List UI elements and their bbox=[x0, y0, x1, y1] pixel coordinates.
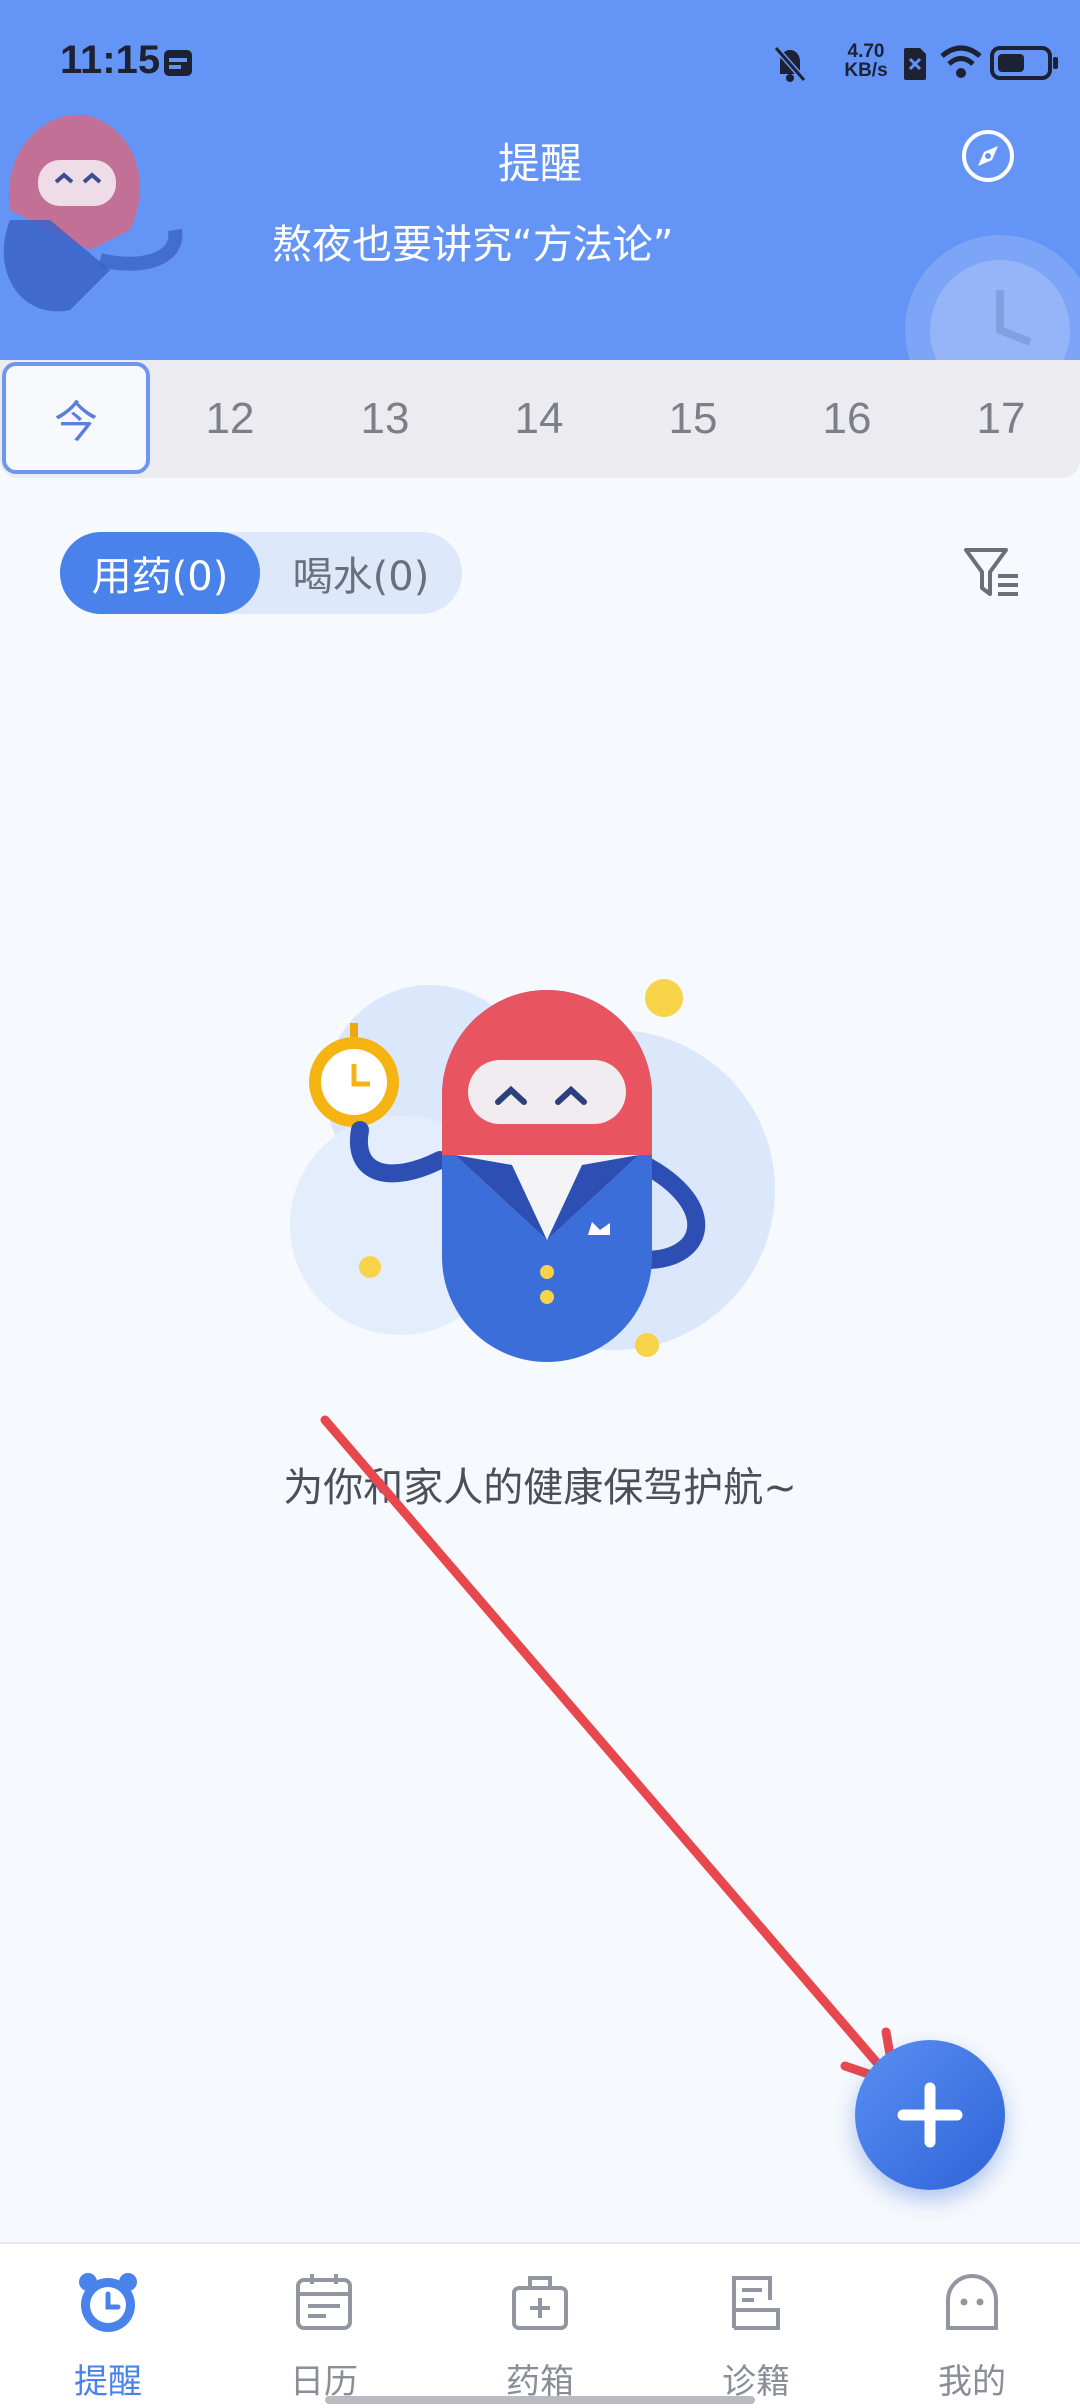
alarm-clock-icon bbox=[79, 2273, 137, 2332]
nav-label: 我的 bbox=[938, 2362, 1006, 2402]
medicine-box-icon bbox=[512, 2276, 568, 2330]
date-item[interactable]: 15 bbox=[618, 360, 768, 478]
status-time: 11:15 bbox=[60, 38, 161, 82]
network-speed-unit: KB/s bbox=[844, 60, 888, 81]
date-strip: 今 12 13 14 15 16 17 bbox=[0, 360, 1080, 478]
clock-decoration bbox=[905, 235, 1080, 360]
filter-icon[interactable] bbox=[962, 542, 1022, 602]
calendar-notification-icon bbox=[164, 50, 192, 76]
calendar-icon bbox=[296, 2274, 352, 2330]
date-item[interactable]: 14 bbox=[464, 360, 614, 478]
sim-disabled-icon bbox=[904, 48, 926, 80]
add-reminder-button[interactable] bbox=[855, 2040, 1005, 2190]
reminder-type-tabs: 用药(0) 喝水(0) bbox=[60, 532, 462, 614]
status-bar: 11:15 4.70 KB/s bbox=[0, 30, 1080, 100]
home-indicator[interactable] bbox=[325, 2396, 755, 2404]
nav-label: 提醒 bbox=[74, 2362, 142, 2402]
wifi-icon bbox=[940, 45, 982, 78]
tab-medication[interactable]: 用药(0) bbox=[60, 532, 260, 614]
pill-mascot-illustration bbox=[290, 979, 775, 1362]
nav-item-medicine-box[interactable]: 药箱 bbox=[432, 2244, 648, 2408]
medical-record-icon bbox=[732, 2276, 780, 2330]
header-tip-link[interactable]: 熬夜也要讲究“方法论” bbox=[272, 212, 673, 270]
plus-icon bbox=[897, 2082, 963, 2148]
nav-item-calendar[interactable]: 日历 bbox=[216, 2244, 432, 2408]
network-speed: 4.70 KB/s bbox=[840, 42, 892, 80]
network-speed-value: 4.70 bbox=[847, 41, 885, 62]
nav-item-reminder[interactable]: 提醒 bbox=[0, 2244, 216, 2408]
date-item[interactable]: 16 bbox=[772, 360, 922, 478]
battery-icon bbox=[990, 46, 1058, 80]
date-item[interactable]: 17 bbox=[926, 360, 1076, 478]
empty-state-message: 为你和家人的健康保驾护航~ bbox=[283, 1465, 797, 1511]
page-title: 提醒 bbox=[497, 139, 582, 188]
header: 11:15 4.70 KB/s 提醒 熬夜也要讲究“方法论” bbox=[0, 0, 1080, 360]
date-item[interactable]: 13 bbox=[310, 360, 460, 478]
nav-item-profile[interactable]: 我的 bbox=[864, 2244, 1080, 2408]
compass-icon[interactable] bbox=[960, 128, 1016, 184]
nav-item-medical-record[interactable]: 诊籍 bbox=[648, 2244, 864, 2408]
date-item-today[interactable]: 今 bbox=[2, 362, 150, 474]
reminder-page: 11:15 4.70 KB/s 提醒 熬夜也要讲究“方法论” 今 12 13 1… bbox=[0, 0, 1080, 2408]
bottom-nav: 提醒 日历 药箱 诊籍 我的 bbox=[0, 2242, 1080, 2408]
date-item[interactable]: 12 bbox=[155, 360, 305, 478]
profile-icon bbox=[946, 2274, 998, 2330]
mute-bell-icon bbox=[773, 46, 807, 82]
tab-water[interactable]: 喝水(0) bbox=[260, 532, 462, 614]
